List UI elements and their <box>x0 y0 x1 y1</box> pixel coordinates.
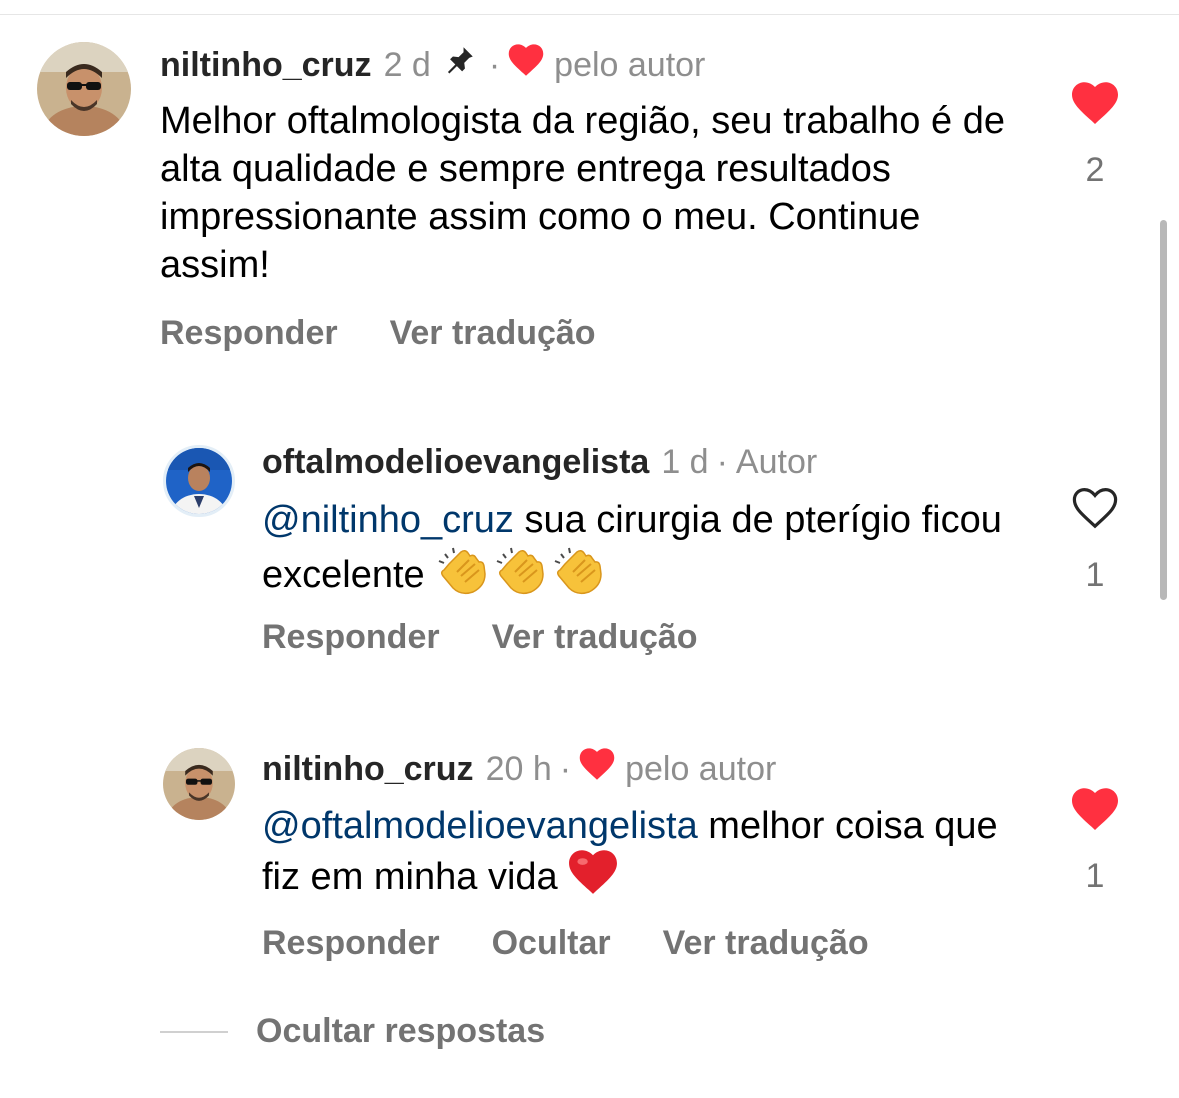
like-control: 1 <box>1071 788 1119 896</box>
username[interactable]: niltinho_cruz <box>262 749 474 789</box>
heart-filled-icon[interactable] <box>1071 82 1119 124</box>
pin-icon <box>443 43 477 86</box>
hide-button[interactable]: Ocultar <box>492 924 611 962</box>
liked-by-author-heart-icon <box>508 44 544 85</box>
like-count: 1 <box>1085 857 1105 895</box>
translate-button[interactable]: Ver tradução <box>492 618 698 656</box>
top-divider <box>0 14 1179 15</box>
comment-actions: Responder Ver tradução <box>160 314 648 353</box>
avatar[interactable] <box>163 445 235 517</box>
like-control: 1 <box>1071 487 1119 595</box>
timestamp: 2 d <box>383 45 431 84</box>
like-count: 1 <box>1085 556 1105 594</box>
reply-button[interactable]: Responder <box>160 314 338 352</box>
username[interactable]: oftalmodelioevangelista <box>262 442 649 482</box>
reply-actions: Responder Ver tradução <box>262 618 750 657</box>
mention-link[interactable]: @niltinho_cruz <box>262 499 514 541</box>
comment-header: niltinho_cruz 2 d · pelo autor <box>160 43 705 86</box>
reply-header: oftalmodelioevangelista 1 d · Autor <box>262 442 818 482</box>
username[interactable]: niltinho_cruz <box>160 45 372 85</box>
scrollbar[interactable] <box>1160 220 1167 600</box>
liked-by-author-label: pelo autor <box>625 749 777 788</box>
hide-replies-label: Ocultar respostas <box>256 1012 546 1050</box>
timestamp: 1 d <box>661 443 709 481</box>
avatar[interactable] <box>163 748 235 820</box>
reply-button[interactable]: Responder <box>262 618 440 656</box>
reply-text: @oftalmodelioevangelista melhor coisa qu… <box>262 802 1042 908</box>
timestamp: 20 h <box>485 749 552 788</box>
reply-text: @niltinho_cruz sua cirurgia de pterígio … <box>262 496 1042 610</box>
heart-outline-icon[interactable] <box>1071 487 1119 529</box>
like-count: 2 <box>1085 151 1105 189</box>
liked-by-author-heart-icon <box>579 748 615 789</box>
author-badge: Autor <box>735 443 818 481</box>
translate-button[interactable]: Ver tradução <box>390 314 596 352</box>
avatar[interactable] <box>37 42 131 136</box>
heart-filled-icon[interactable] <box>1071 788 1119 830</box>
comment-text: Melhor oftalmologista da região, seu tra… <box>160 100 1005 286</box>
hide-replies-button[interactable]: Ocultar respostas <box>160 1012 545 1051</box>
clapping-hands-icon <box>435 544 607 610</box>
reply-actions: Responder Ocultar Ver tradução <box>262 924 921 963</box>
reply-button[interactable]: Responder <box>262 924 440 962</box>
mention-link[interactable]: @oftalmodelioevangelista <box>262 805 698 847</box>
reply-header: niltinho_cruz 20 h · pelo autor <box>262 748 777 789</box>
divider-line <box>160 1030 228 1033</box>
like-control: 2 <box>1071 82 1119 190</box>
liked-by-author-label: pelo autor <box>554 45 706 84</box>
translate-button[interactable]: Ver tradução <box>663 924 869 962</box>
red-heart-icon <box>568 850 618 908</box>
